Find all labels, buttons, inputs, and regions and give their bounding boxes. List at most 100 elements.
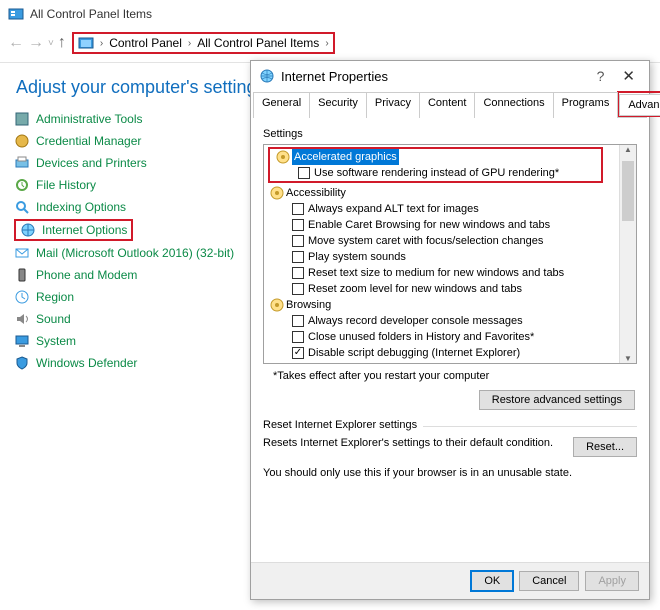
- option-label: Move system caret with focus/selection c…: [308, 233, 543, 249]
- item-label: Mail (Microsoft Outlook 2016) (32-bit): [36, 246, 234, 260]
- internet-properties-dialog: Internet Properties ? ✕ GeneralSecurityP…: [250, 60, 650, 600]
- scrollbar-thumb[interactable]: [622, 161, 634, 221]
- tree-option[interactable]: Disable script debugging (Other): [266, 361, 619, 363]
- option-label: Reset text size to medium for new window…: [308, 265, 564, 281]
- tree-category[interactable]: Browsing: [266, 297, 619, 313]
- option-label: Reset zoom level for new windows and tab…: [308, 281, 522, 297]
- item-label: Internet Options: [42, 223, 127, 237]
- clock-icon: [14, 289, 30, 305]
- tab-connections[interactable]: Connections: [474, 92, 553, 118]
- checkbox[interactable]: [292, 219, 304, 231]
- dialog-title: Internet Properties: [281, 69, 585, 84]
- breadcrumb-highlight: › Control Panel › All Control Panel Item…: [72, 32, 335, 54]
- item-label: Administrative Tools: [36, 112, 143, 126]
- cancel-button[interactable]: Cancel: [519, 571, 579, 591]
- chevron-right-icon[interactable]: ›: [100, 38, 103, 49]
- tree-option[interactable]: Play system sounds: [266, 249, 619, 265]
- checkbox[interactable]: [292, 315, 304, 327]
- option-label: Always expand ALT text for images: [308, 201, 479, 217]
- option-label: Use software rendering instead of GPU re…: [314, 165, 559, 181]
- window-title: All Control Panel Items: [30, 7, 152, 21]
- option-label: Disable script debugging (Other): [308, 361, 466, 363]
- item-label: Region: [36, 290, 74, 304]
- tab-programs[interactable]: Programs: [553, 92, 619, 118]
- category-label: Accessibility: [286, 185, 346, 201]
- phone-icon: [14, 267, 30, 283]
- control-panel-icon[interactable]: [78, 35, 94, 51]
- search-icon: [14, 199, 30, 215]
- tree-option[interactable]: Use software rendering instead of GPU re…: [272, 165, 599, 181]
- help-icon[interactable]: ?: [591, 68, 611, 84]
- tree-option[interactable]: Always expand ALT text for images: [266, 201, 619, 217]
- tree-option[interactable]: Disable script debugging (Internet Explo…: [266, 345, 619, 361]
- tab-privacy[interactable]: Privacy: [366, 92, 420, 118]
- highlighted-item: Internet Options: [14, 219, 133, 241]
- vault-icon: [14, 133, 30, 149]
- tools-icon: [14, 111, 30, 127]
- checkbox[interactable]: [298, 167, 310, 179]
- checkbox[interactable]: [292, 267, 304, 279]
- item-label: Devices and Printers: [36, 156, 147, 170]
- item-label: Indexing Options: [36, 200, 126, 214]
- reset-warning: You should only use this if your browser…: [263, 467, 637, 479]
- item-label: File History: [36, 178, 96, 192]
- system-icon: [14, 333, 30, 349]
- apply-button[interactable]: Apply: [585, 571, 639, 591]
- chevron-right-icon[interactable]: ›: [188, 38, 191, 49]
- globe-icon: [20, 222, 36, 238]
- restore-advanced-button[interactable]: Restore advanced settings: [479, 390, 635, 410]
- settings-label: Settings: [263, 128, 637, 140]
- checkbox[interactable]: [292, 251, 304, 263]
- tree-option[interactable]: Reset text size to medium for new window…: [266, 265, 619, 281]
- tree-option[interactable]: Always record developer console messages: [266, 313, 619, 329]
- settings-tree[interactable]: Accelerated graphicsUse software renderi…: [263, 144, 637, 364]
- chevron-right-icon[interactable]: ›: [325, 38, 328, 49]
- up-arrow-icon[interactable]: ↑: [58, 34, 66, 52]
- category-label: Browsing: [286, 297, 331, 313]
- checkbox[interactable]: [292, 347, 304, 359]
- checkbox[interactable]: [292, 203, 304, 215]
- checkbox[interactable]: [292, 283, 304, 295]
- tree-option[interactable]: Move system caret with focus/selection c…: [266, 233, 619, 249]
- dialog-button-row: OK Cancel Apply: [251, 562, 649, 599]
- category-label: Accelerated graphics: [292, 149, 399, 165]
- item-label: Windows Defender: [36, 356, 137, 370]
- option-label: Enable Caret Browsing for new windows an…: [308, 217, 550, 233]
- tree-option[interactable]: Reset zoom level for new windows and tab…: [266, 281, 619, 297]
- tab-general[interactable]: General: [253, 92, 310, 118]
- dropdown-history-icon[interactable]: ˅: [48, 38, 54, 49]
- tree-category[interactable]: Accessibility: [266, 185, 619, 201]
- reset-group: Reset Internet Explorer settings Resets …: [263, 426, 637, 479]
- ok-button[interactable]: OK: [471, 571, 513, 591]
- window-title-bar: All Control Panel Items: [0, 0, 660, 28]
- breadcrumb-item[interactable]: Control Panel: [109, 36, 182, 50]
- globe-icon: [259, 68, 275, 84]
- checkbox[interactable]: [292, 235, 304, 247]
- printer-icon: [14, 155, 30, 171]
- reset-button[interactable]: Reset...: [573, 437, 637, 457]
- tab-security[interactable]: Security: [309, 92, 367, 118]
- tab-content[interactable]: Content: [419, 92, 476, 118]
- mail-icon: [14, 245, 30, 261]
- shield-icon: [14, 355, 30, 371]
- item-label: Phone and Modem: [36, 268, 137, 282]
- speaker-icon: [14, 311, 30, 327]
- option-label: Always record developer console messages: [308, 313, 523, 329]
- category-icon: [276, 150, 290, 164]
- tree-category[interactable]: Accelerated graphics: [272, 149, 599, 165]
- reset-group-label: Reset Internet Explorer settings: [263, 419, 423, 431]
- restart-note: *Takes effect after you restart your com…: [273, 370, 637, 382]
- back-arrow-icon[interactable]: ←: [8, 34, 24, 52]
- tree-option[interactable]: Close unused folders in History and Favo…: [266, 329, 619, 345]
- forward-arrow-icon[interactable]: →: [28, 34, 44, 52]
- tab-strip: GeneralSecurityPrivacyContentConnections…: [253, 91, 647, 118]
- tree-option[interactable]: Enable Caret Browsing for new windows an…: [266, 217, 619, 233]
- breadcrumb-item[interactable]: All Control Panel Items: [197, 36, 319, 50]
- tab-advanced[interactable]: Advanced: [619, 94, 660, 116]
- close-icon[interactable]: ✕: [616, 67, 641, 85]
- checkbox[interactable]: [292, 331, 304, 343]
- scrollbar[interactable]: [619, 145, 636, 363]
- tab-highlight: Advanced: [617, 91, 660, 117]
- tree-highlight: Accelerated graphicsUse software renderi…: [268, 147, 603, 183]
- category-icon: [270, 298, 284, 312]
